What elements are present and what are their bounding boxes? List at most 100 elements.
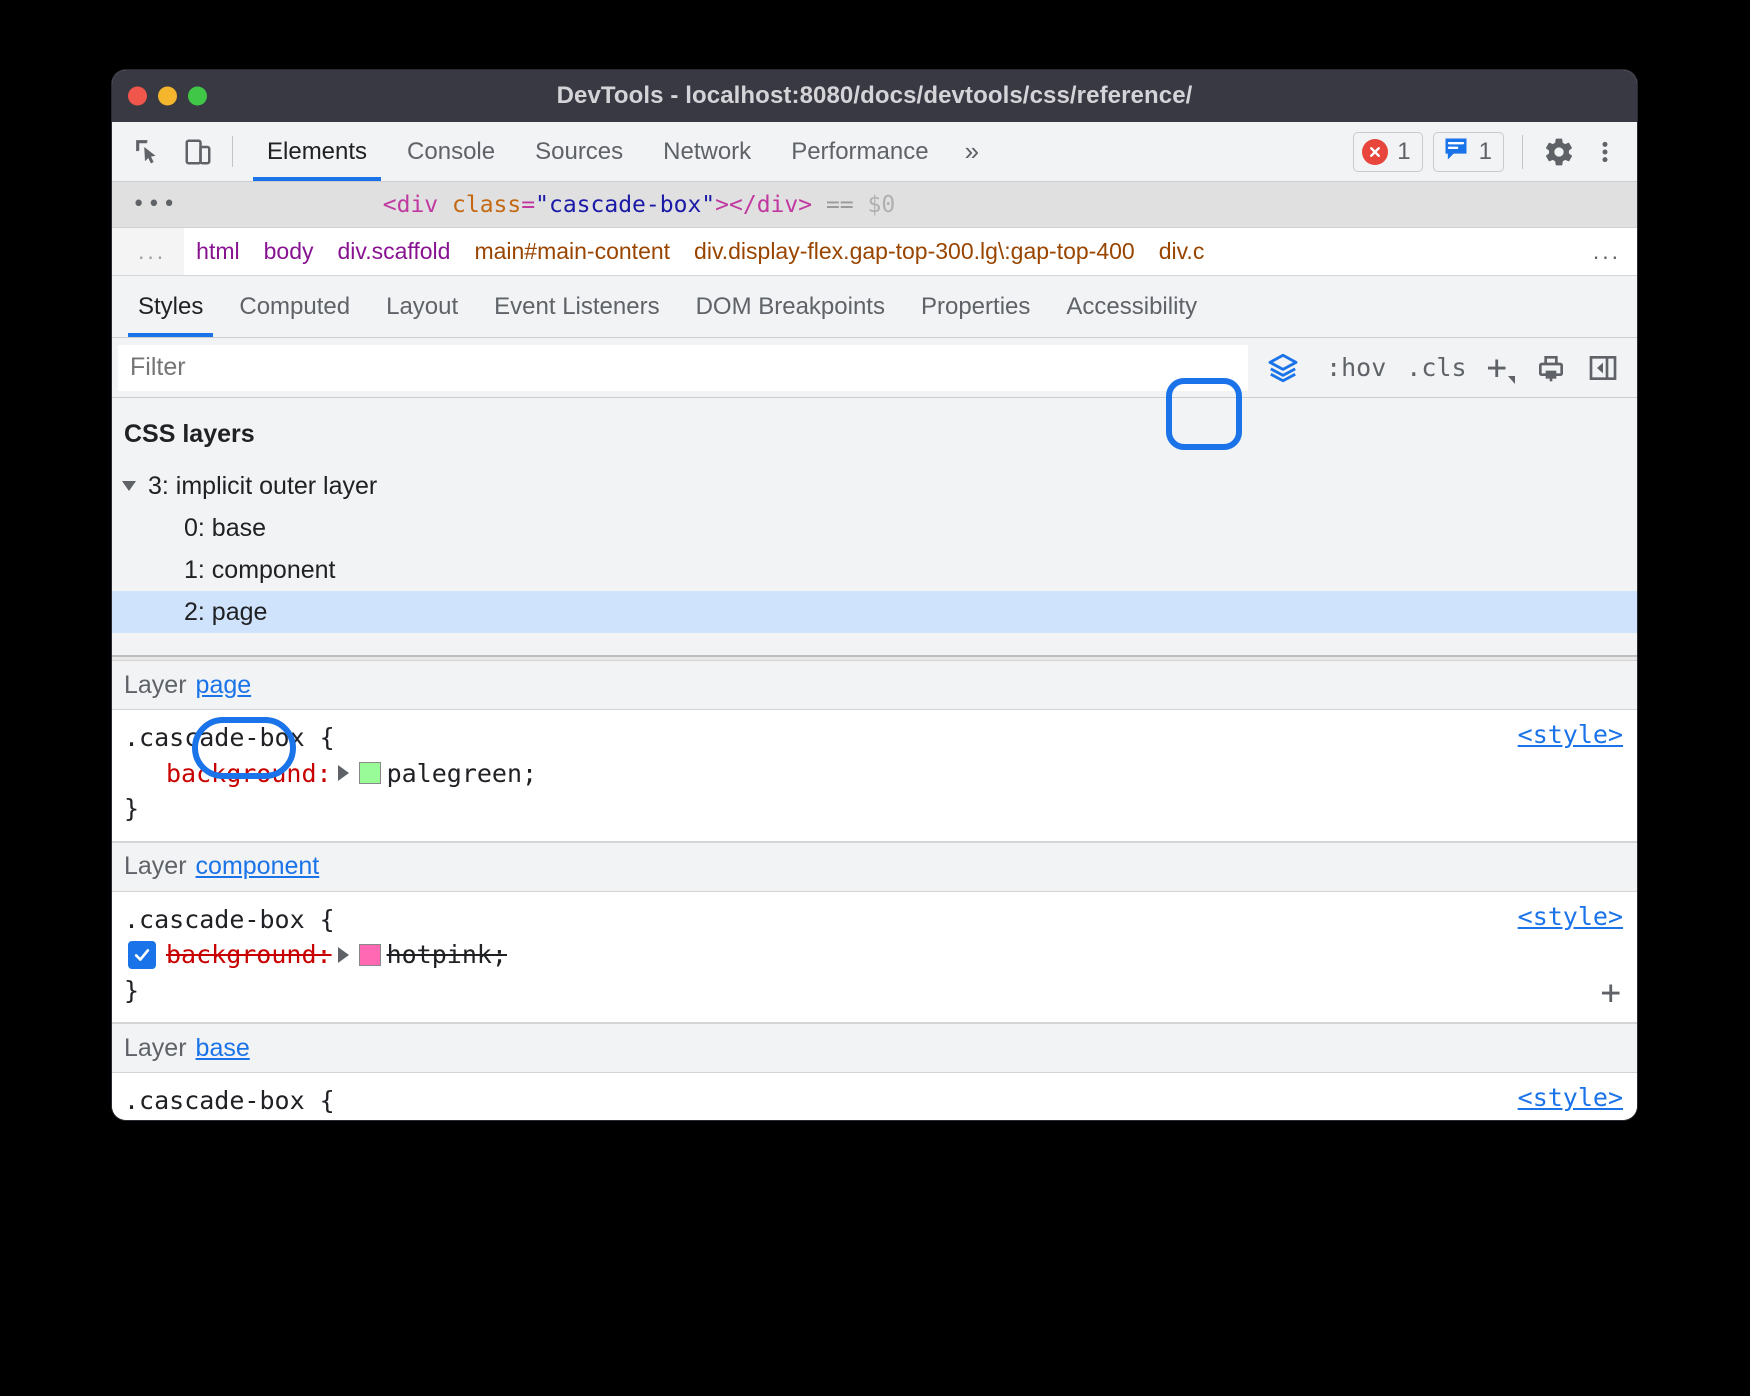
dom-selection-ref: $0 [868, 192, 896, 218]
new-rule-dropdown-arrow[interactable] [1508, 376, 1515, 384]
declaration-background-palegreen[interactable]: background: palegreen; [124, 756, 1637, 792]
cls-label: .cls [1406, 353, 1466, 382]
rule-selector-page-text: .cascade-box { [124, 720, 335, 756]
declaration-enabled-checkbox[interactable] [128, 941, 156, 969]
breadcrumb-item-div-c[interactable]: div.c [1147, 238, 1217, 265]
dom-open-angle: < [383, 192, 397, 218]
declaration-background-rebeccapurple[interactable]: background: rebeccapurple; [124, 1119, 1637, 1121]
layer-tree-item-component[interactable]: 1: component [112, 549, 1637, 591]
tab-styles-label: Styles [138, 293, 203, 321]
declaration-background-hotpink[interactable]: background: hotpink; [124, 937, 1637, 973]
style-origin-component[interactable]: <style> [1518, 902, 1623, 931]
layer-tree-item-implicit-outer[interactable]: 3: implicit outer layer [112, 465, 1637, 507]
tab-sources[interactable]: Sources [515, 122, 643, 181]
rule-selector-page[interactable]: .cascade-box { [124, 720, 1637, 756]
layer-link-page[interactable]: page [196, 671, 252, 700]
layer-link-base[interactable]: base [196, 1034, 250, 1063]
tab-event-listeners-label: Event Listeners [494, 293, 659, 321]
layer-tree-item-implicit-outer-label: 3: implicit outer layer [148, 472, 377, 501]
inspect-element-icon[interactable] [130, 134, 166, 170]
dom-tag-name: div [397, 192, 439, 218]
tab-properties-label: Properties [921, 293, 1030, 321]
message-count-badge[interactable]: 1 [1433, 132, 1504, 172]
kebab-menu-icon[interactable] [1587, 134, 1623, 170]
tab-event-listeners[interactable]: Event Listeners [476, 276, 677, 337]
tab-layout-label: Layout [386, 293, 458, 321]
breadcrumb-item-div-scaffold[interactable]: div.scaffold [326, 238, 463, 265]
dom-attr-value: "cascade-box" [535, 192, 715, 218]
dom-markup: <div class="cascade-box"></div> == $0 [383, 192, 895, 218]
more-tabs-icon[interactable]: » [949, 122, 995, 181]
declaration-value-palegreen: palegreen; [387, 756, 538, 792]
filter-input[interactable] [118, 345, 1248, 391]
tab-accessibility[interactable]: Accessibility [1048, 276, 1215, 337]
dom-close-angle: > [715, 192, 729, 218]
error-count: 1 [1397, 138, 1410, 166]
print-styles-icon[interactable] [1527, 346, 1575, 390]
expand-shorthand-icon[interactable] [338, 765, 349, 781]
tab-computed-label: Computed [239, 293, 350, 321]
declaration-property-rebeccapurple: background: [166, 1119, 332, 1121]
devtools-main-toolbar: Elements Console Sources Network Perform… [112, 122, 1637, 182]
layer-header-component-label: Layer [124, 852, 187, 881]
close-button[interactable] [128, 87, 147, 106]
computed-sidebar-toggle-icon[interactable] [1579, 346, 1627, 390]
tab-performance[interactable]: Performance [771, 122, 948, 181]
new-style-rule-button[interactable]: + [1479, 346, 1523, 390]
layer-header-page: Layer page [112, 660, 1637, 710]
dom-attr-name: class [452, 192, 521, 218]
rule-selector-base[interactable]: .cascade-box { [124, 1083, 1637, 1119]
layer-tree-item-page[interactable]: 2: page [112, 591, 1637, 633]
layer-header-base: Layer base [112, 1023, 1637, 1073]
tab-computed[interactable]: Computed [221, 276, 368, 337]
breadcrumb-leading-ellipsis[interactable]: ... [112, 228, 184, 275]
add-declaration-button[interactable]: + [1601, 976, 1621, 1010]
breadcrumb-item-body[interactable]: body [252, 238, 326, 265]
layer-header-base-label: Layer [124, 1034, 187, 1063]
styles-pane-tabs: Styles Computed Layout Event Listeners D… [112, 276, 1637, 338]
rule-close-brace-page: } [124, 791, 1637, 827]
declaration-property-palegreen: background: [166, 756, 332, 792]
rule-close-brace-page-text: } [124, 791, 139, 827]
tab-console[interactable]: Console [387, 122, 515, 181]
declaration-property-hotpink: background: [166, 937, 332, 973]
rule-close-brace-component: } [124, 973, 1637, 1009]
dom-close-tag: </div> [729, 192, 812, 218]
breadcrumb: ... html body div.scaffold main#main-con… [112, 228, 1637, 276]
tab-elements[interactable]: Elements [247, 122, 387, 181]
css-layers-icon[interactable] [1258, 346, 1308, 390]
tab-network[interactable]: Network [643, 122, 771, 181]
tab-performance-label: Performance [791, 138, 928, 166]
tab-layout[interactable]: Layout [368, 276, 476, 337]
dom-ellipsis[interactable]: ••• [112, 192, 198, 217]
color-swatch-palegreen[interactable] [359, 762, 381, 784]
layer-link-component[interactable]: component [196, 852, 320, 881]
device-toolbar-icon[interactable] [180, 134, 216, 170]
style-origin-page[interactable]: <style> [1518, 720, 1623, 749]
selected-node-strip[interactable]: ••• <div class="cascade-box"></div> == $… [112, 182, 1637, 228]
tab-properties[interactable]: Properties [903, 276, 1048, 337]
tab-styles[interactable]: Styles [120, 276, 221, 337]
rule-selector-component[interactable]: .cascade-box { [124, 902, 1637, 938]
minimize-button[interactable] [158, 87, 177, 106]
devtools-window: DevTools - localhost:8080/docs/devtools/… [112, 70, 1637, 1120]
breadcrumb-trailing-ellipsis[interactable]: ... [1577, 228, 1637, 275]
color-swatch-hotpink[interactable] [359, 944, 381, 966]
tab-dom-breakpoints-label: DOM Breakpoints [696, 293, 885, 321]
layer-tree-item-base[interactable]: 0: base [112, 507, 1637, 549]
breadcrumb-item-main-content[interactable]: main#main-content [462, 238, 682, 265]
styles-filter-bar: :hov .cls + [112, 338, 1637, 398]
breadcrumb-item-display-flex[interactable]: div.display-flex.gap-top-300.lg\:gap-top… [682, 238, 1147, 265]
breadcrumb-item-html[interactable]: html [184, 238, 251, 265]
error-count-badge[interactable]: 1 [1353, 132, 1422, 172]
zoom-button[interactable] [188, 87, 207, 106]
chevron-down-icon[interactable] [122, 481, 136, 491]
toggle-hover-state-button[interactable]: :hov [1318, 346, 1394, 390]
gear-icon[interactable] [1541, 134, 1577, 170]
style-origin-base[interactable]: <style> [1518, 1083, 1623, 1112]
expand-shorthand-icon-hotpink[interactable] [338, 947, 349, 963]
tab-dom-breakpoints[interactable]: DOM Breakpoints [678, 276, 903, 337]
layer-header-page-label: Layer [124, 671, 187, 700]
toggle-class-button[interactable]: .cls [1398, 346, 1474, 390]
filter-actions: :hov .cls + [1248, 346, 1637, 390]
